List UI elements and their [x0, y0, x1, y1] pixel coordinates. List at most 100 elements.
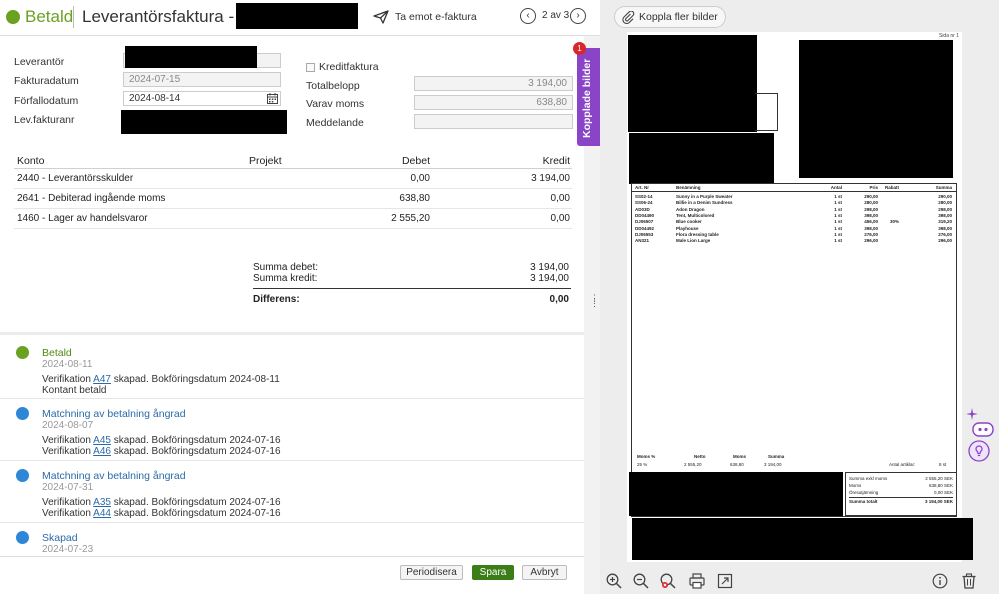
col-kredit: Kredit [542, 155, 570, 167]
table-row[interactable]: 2641 - Debiterad ingående moms 638,80 0,… [14, 189, 572, 209]
invoice-cell-antal: 1 st [834, 231, 842, 237]
invoice-cell-rabatt: 30% [889, 219, 899, 225]
levfakturanr-label: Lev.fakturanr [14, 114, 75, 126]
timeline-line: Verifikation A46 skapad. Bokföringsdatum… [42, 446, 281, 457]
verifikation-link[interactable]: A35 [93, 497, 111, 508]
next-invoice-button[interactable]: › [570, 8, 586, 24]
summa-kredit-row: Summa kredit: 3 194,00 [253, 273, 569, 284]
varav-moms-label: Varav moms [306, 98, 365, 110]
info-icon[interactable] [931, 572, 949, 590]
kopplade-bilder-label: Kopplade bilder [581, 58, 593, 138]
total-row: Öresutjämning 0,00 SEK [849, 490, 953, 495]
verifikation-link[interactable]: A45 [93, 435, 111, 446]
col-debet: Debet [401, 155, 430, 167]
timeline-line: Kontant betald [42, 385, 107, 396]
summa-kredit-label: Summa kredit: [253, 273, 318, 284]
timeline-title: Matchning av betalning ångrad [42, 408, 186, 420]
redacted-block [629, 472, 843, 516]
paperclip-icon [622, 10, 635, 24]
kopplade-bilder-tab[interactable]: Kopplade bilder [577, 48, 600, 146]
differens-label: Differens: [253, 294, 300, 305]
timeline-line: Verifikation A45 skapad. Bokföringsdatum… [42, 435, 281, 446]
hdr-rabatt: Rabatt [884, 185, 899, 190]
konto-table: Konto Projekt Debet Kredit 2440 - Levera… [14, 151, 572, 229]
trash-icon[interactable] [960, 572, 978, 590]
moms-val-pct: 25 % [637, 462, 648, 467]
meddelande-label: Meddelande [306, 117, 364, 129]
antal-artiklar-value: 8 st [939, 462, 947, 467]
forfallodatum-field[interactable]: 2024-08-14 [123, 91, 281, 106]
hdr-art: Art. Nr [635, 185, 650, 190]
table-row[interactable]: 2440 - Leverantörsskulder 0,00 3 194,00 [14, 169, 572, 189]
verifikation-link[interactable]: A46 [93, 446, 111, 457]
total-label: Moms [849, 483, 862, 488]
total-row: Moms 638,80 SEK [849, 483, 953, 488]
summa-kredit-value: 3 194,00 [530, 273, 569, 284]
varav-moms-field[interactable]: 638,80 [414, 95, 573, 110]
robot-assistant-icon[interactable] [972, 420, 994, 441]
col-projekt: Projekt [249, 155, 282, 167]
invoice-cell-summa: 296,00 [938, 238, 952, 244]
invoice-cell-pris: 398,00 [864, 225, 878, 231]
timeline-dot [16, 469, 29, 482]
hdr-ben: Benämning [676, 185, 701, 190]
fakturadatum-field[interactable]: 2024-07-15 [123, 72, 281, 87]
invoice-cell-ben: Billie in a Denim Sundress [676, 200, 733, 206]
verifikation-link[interactable]: A47 [93, 374, 111, 385]
moms-hdr-netto: Netto [694, 454, 706, 459]
invoice-cell-ben: Male Lion Large [676, 238, 711, 244]
help-bulb-icon[interactable] [968, 440, 990, 465]
invoice-cell-art: SS02-14 [635, 194, 653, 199]
invoice-line: DD04490 Tent, Multicolored 1 st 398,00 398,0… [632, 213, 956, 219]
total-row: Summa totalt 3 194,00 SEK [849, 497, 953, 504]
split-drag-handle[interactable]: ⋮⋮⋮⋮ [590, 294, 609, 312]
col-konto: Konto [17, 155, 45, 167]
timeline-dot [16, 531, 29, 544]
open-external-icon[interactable] [716, 572, 734, 590]
spara-button[interactable]: Spara [472, 565, 514, 580]
invoice-form: Leverantör Fakturadatum 2024-07-15 Förfa… [0, 40, 584, 140]
avbryt-button[interactable]: Avbryt [522, 565, 567, 580]
header-bar: Betald Leverantörsfaktura - 3 Ta emot e-… [0, 0, 600, 36]
invoice-cell-art: AD03D [635, 206, 650, 212]
page-title: Leverantörsfaktura - 3 [82, 7, 249, 26]
viewer-toolbar [600, 568, 999, 594]
prev-invoice-button[interactable]: ‹ [520, 8, 536, 24]
periodisera-button[interactable]: Periodisera [400, 565, 463, 580]
print-icon[interactable] [688, 572, 706, 590]
koppla-fler-bilder-label: Koppla fler bilder [639, 11, 718, 23]
totalbelopp-label: Totalbelopp [306, 80, 360, 92]
total-value: 3 194,00 SEK [924, 499, 953, 504]
totalbelopp-field[interactable]: 3 194,00 [414, 76, 573, 91]
line-text: skapad. Bokföringsdatum 2024-07-16 [110, 446, 281, 457]
receive-efaktura-button[interactable]: Ta emot e-faktura [373, 7, 477, 27]
total-value: 638,80 SEK [928, 483, 953, 488]
summa-debet-label: Summa debet: [253, 262, 319, 273]
invoice-line: SS06-24 Billie in a Denim Sundress 1 st 280… [632, 200, 956, 206]
koppla-fler-bilder-button[interactable]: Koppla fler bilder [614, 6, 726, 28]
cell-konto: 1460 - Lager av handelsvaror [17, 213, 148, 224]
invoice-cell-pris: 296,00 [864, 238, 878, 244]
antal-artiklar-label: Antal artiklar: [889, 462, 916, 467]
zoom-in-icon[interactable] [605, 572, 623, 590]
zoom-out-icon[interactable] [632, 572, 650, 590]
kreditfaktura-checkbox[interactable] [306, 63, 315, 72]
hdr-antal: Antal [830, 185, 842, 190]
line-text: Kontant betald [42, 385, 107, 396]
status-text: Betald [25, 7, 74, 26]
timeline-separator [0, 398, 584, 399]
invoice-cell-ben: Blue cooker [676, 219, 702, 225]
table-row[interactable]: 1460 - Lager av handelsvaror 2 555,20 0,… [14, 209, 572, 229]
cell-debet: 638,80 [399, 193, 430, 204]
summary-divider [253, 288, 571, 289]
moms-hdr-moms: Moms [733, 454, 747, 459]
zoom-reset-icon[interactable] [659, 572, 677, 590]
timeline-date: 2024-07-31 [42, 482, 94, 493]
moms-val-netto: 2 555,20 [684, 462, 702, 467]
invoice-cell-art: DD04492 [635, 225, 655, 231]
calendar-icon[interactable] [267, 93, 278, 104]
meddelande-field[interactable] [414, 114, 573, 129]
invoice-cell-summa: 398,00 [938, 225, 952, 231]
invoice-cell-pris: 456,00 [864, 219, 878, 225]
verifikation-link[interactable]: A44 [93, 508, 111, 519]
